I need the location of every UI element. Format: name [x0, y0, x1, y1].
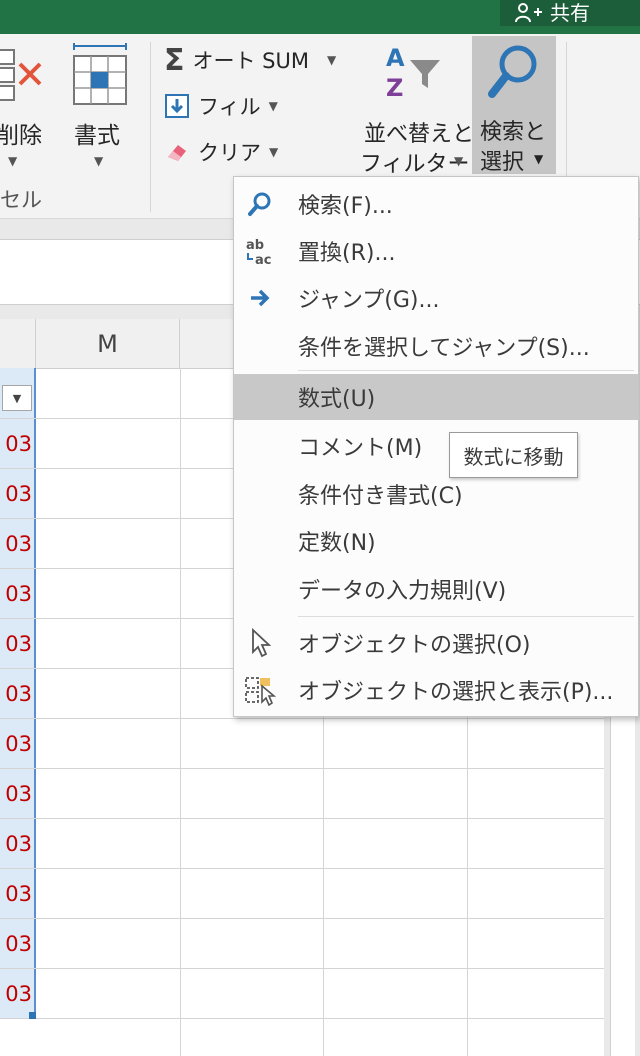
grid-line: [0, 718, 604, 719]
pointer-icon: [244, 627, 276, 659]
menu-separator: [298, 370, 634, 371]
chevron-down-icon: ▼: [454, 154, 464, 168]
table-cell[interactable]: 03: [0, 982, 32, 1006]
menu-item-find[interactable]: 検索(F)...: [234, 181, 638, 227]
table-cell[interactable]: 03: [0, 882, 32, 906]
menu-item-goto[interactable]: ジャンプ(G)...: [234, 275, 638, 321]
chevron-down-icon: ▼: [94, 154, 104, 168]
table-cell[interactable]: 03: [0, 832, 32, 856]
chevron-down-icon: ▼: [268, 99, 278, 113]
fill-label: フィル: [198, 95, 261, 119]
find-select-button[interactable]: 検索と 選択 ▼: [472, 36, 556, 175]
svg-text:A: A: [386, 44, 405, 72]
format-button[interactable]: 書式 ▼: [64, 40, 136, 178]
table-cell[interactable]: 03: [0, 932, 32, 956]
menu-item-goto-special[interactable]: 条件を選択してジャンプ(S)...: [234, 323, 638, 369]
arrow-right-icon: [244, 282, 276, 314]
menu-item-label: 条件付き書式(C): [298, 484, 463, 509]
menu-item-label: 置換(R)...: [298, 241, 396, 266]
menu-item-label: 定数(N): [298, 531, 376, 556]
table-cell[interactable]: 03: [0, 632, 32, 656]
table-cell[interactable]: 03: [0, 682, 32, 706]
table-cell[interactable]: 03: [0, 532, 32, 556]
menu-item-label: ジャンプ(G)...: [298, 288, 440, 313]
menu-item-replace[interactable]: ab ac 置換(R)...: [234, 228, 638, 274]
menu-item-label: 数式(U): [298, 387, 376, 412]
table-cell[interactable]: 03: [0, 432, 32, 456]
grid-line: [0, 768, 604, 769]
menu-item-selection-pane[interactable]: オブジェクトの選択と表示(P)...: [234, 667, 638, 713]
title-bar: 共有: [0, 0, 640, 34]
menu-separator: [298, 616, 634, 617]
share-label: 共有: [550, 1, 590, 25]
magnifier-icon: [244, 188, 276, 220]
chevron-down-icon: ▼: [327, 53, 337, 67]
menu-item-label: 条件を選択してジャンプ(S)...: [298, 336, 590, 361]
chevron-down-icon: ▼: [534, 152, 544, 166]
table-cell[interactable]: 03: [0, 732, 32, 756]
sort-filter-button[interactable]: A Z 並べ替えと フィルター ▼: [360, 38, 474, 178]
menu-item-label: 検索(F)...: [298, 194, 393, 219]
tooltip: 数式に移動: [449, 432, 578, 478]
format-label: 書式: [74, 123, 120, 149]
svg-text:ac: ac: [255, 253, 271, 267]
format-cells-icon: [73, 43, 127, 105]
fill-down-icon: [165, 94, 189, 118]
share-button[interactable]: 共有: [500, 0, 640, 26]
table-cell[interactable]: 03: [0, 782, 32, 806]
fill-button[interactable]: フィル ▼: [164, 88, 278, 124]
clear-button[interactable]: クリア ▼: [164, 134, 278, 170]
menu-item-label: オブジェクトの選択(O): [298, 633, 531, 658]
chevron-down-icon: ▼: [8, 154, 18, 168]
magnifier-icon: [488, 45, 537, 98]
table-cell[interactable]: 03: [0, 582, 32, 606]
delete-cells-icon: [0, 49, 42, 101]
chevron-down-icon: ▼: [269, 145, 279, 159]
ribbon-separator: [150, 42, 151, 212]
grid-line: [180, 368, 181, 1056]
grid-line: [0, 918, 604, 919]
grid-line: [0, 1018, 604, 1019]
filter-dropdown-button[interactable]: ▼: [2, 385, 32, 411]
svg-text:Z: Z: [386, 74, 403, 102]
eraser-icon: [168, 145, 186, 161]
menu-item-label: オブジェクトの選択と表示(P)...: [298, 680, 614, 705]
menu-item-constants[interactable]: 定数(N): [234, 518, 638, 564]
autosum-label: オート SUM: [192, 49, 310, 73]
sort-filter-icon: A Z: [386, 44, 440, 102]
delete-button[interactable]: 削除 ▼: [0, 40, 48, 178]
grid-line: [0, 868, 604, 869]
menu-item-label: データの入力規則(V): [298, 579, 507, 604]
find-select-label-line2: 選択: [480, 150, 525, 175]
delete-label: 削除: [0, 123, 42, 149]
column-header-l[interactable]: [0, 319, 36, 368]
find-select-label-line1: 検索と: [480, 120, 547, 145]
find-select-menu: 検索(F)... ab ac 置換(R)... ジャンプ(G)... 条件を選択…: [233, 176, 639, 717]
replace-icon: ab ac: [244, 235, 276, 267]
grid-line: [0, 968, 604, 969]
table-cell[interactable]: 03: [0, 482, 32, 506]
column-m-label: M: [97, 329, 118, 358]
sigma-icon: Σ: [164, 42, 185, 78]
clear-label: クリア: [198, 141, 261, 165]
menu-item-formulas[interactable]: 数式(U): [234, 374, 638, 420]
fill-handle[interactable]: [29, 1012, 36, 1019]
column-header-m[interactable]: M: [36, 319, 180, 368]
menu-item-select-objects[interactable]: オブジェクトの選択(O): [234, 620, 638, 666]
grid-line: [0, 818, 604, 819]
menu-item-label: コメント(M): [298, 436, 423, 461]
chevron-down-icon: ▼: [12, 391, 22, 405]
sort-filter-label-line1: 並べ替えと: [364, 122, 475, 147]
person-add-icon: [515, 3, 542, 23]
cells-group-label: セル: [0, 188, 42, 212]
menu-item-data-validation[interactable]: データの入力規則(V): [234, 566, 638, 612]
svg-text:ab: ab: [246, 238, 264, 253]
selection-pane-icon: [244, 674, 276, 706]
autosum-button[interactable]: Σ オート SUM ▼: [164, 42, 336, 78]
